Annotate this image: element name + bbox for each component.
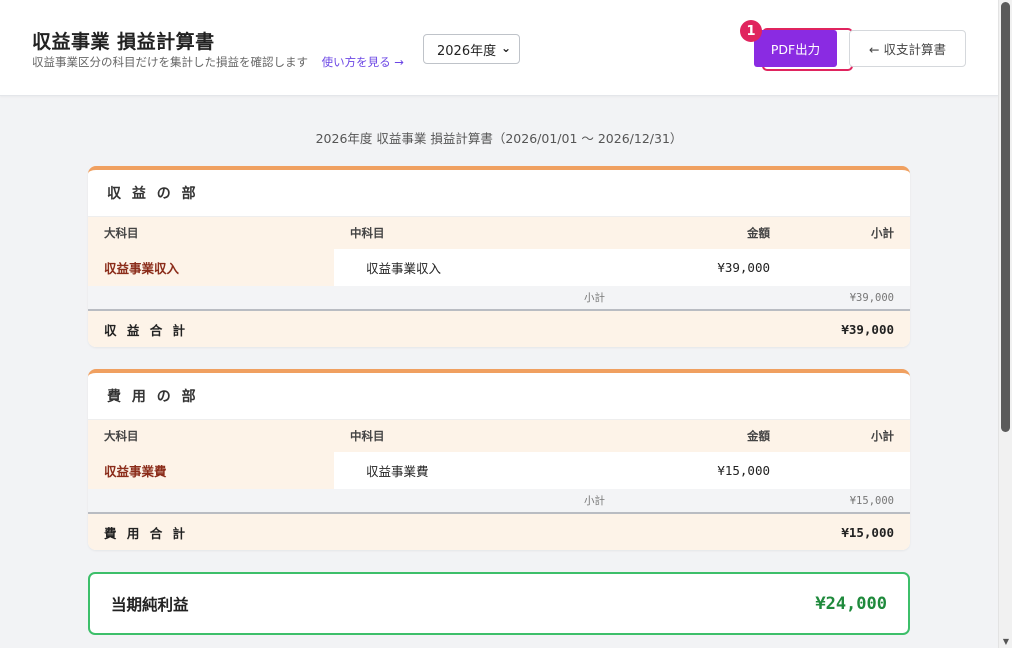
table-row: 収益事業費 収益事業費 ¥15,000 [88, 452, 910, 489]
column-amount: 金額 [747, 226, 770, 240]
pdf-export-button[interactable]: PDF出力 [754, 30, 837, 67]
expense-section: 費 用 の 部 大科目 中科目 金額 小計 収益事業費 収益事業費 ¥15,00… [88, 369, 910, 550]
revenue-total-label: 収 益 合 計 [104, 322, 189, 338]
page-header: 収益事業 損益計算書 収益事業区分の科目だけを集計した損益を確認します 使い方を… [0, 0, 998, 96]
column-subtotal: 小計 [871, 429, 894, 443]
step-number-badge: 1 [740, 20, 762, 42]
revenue-section: 収 益 の 部 大科目 中科目 金額 小計 収益事業収入 収益事業収入 ¥39,… [88, 166, 910, 347]
subtotal-value: ¥15,000 [849, 494, 894, 507]
back-to-income-statement-button[interactable]: ← 収支計算書 [849, 30, 966, 67]
table-row: 収益事業収入 収益事業収入 ¥39,000 [88, 249, 910, 286]
column-major-category: 大科目 [104, 429, 139, 443]
expense-table-header: 大科目 中科目 金額 小計 [88, 420, 910, 452]
major-category-name: 収益事業収入 [104, 261, 180, 276]
column-major-category: 大科目 [104, 226, 139, 240]
help-link[interactable]: 使い方を見る → [322, 55, 404, 69]
column-subtotal: 小計 [871, 226, 894, 240]
column-middle-category: 中科目 [350, 429, 385, 443]
subtotal-label: 小計 [584, 292, 605, 304]
middle-category-name: 収益事業費 [366, 464, 429, 479]
chevron-down-icon: ⌄ [500, 41, 511, 55]
net-income-value: ¥24,000 [815, 593, 887, 614]
expense-total-value: ¥15,000 [841, 524, 894, 540]
fiscal-year-select[interactable]: 2026年度 ⌄ [423, 34, 520, 64]
subtotal-label: 小計 [584, 495, 605, 507]
vertical-scrollbar[interactable]: ▼ [998, 0, 1012, 648]
revenue-subtotal-row: 小計 ¥39,000 [88, 286, 910, 311]
scrollbar-thumb[interactable] [1001, 2, 1010, 432]
period-label: 2026年度 収益事業 損益計算書（2026/01/01 〜 2026/12/3… [315, 131, 683, 146]
major-category-name: 収益事業費 [104, 464, 167, 479]
item-amount: ¥15,000 [717, 463, 770, 478]
column-middle-category: 中科目 [350, 226, 385, 240]
subtitle-text: 収益事業区分の科目だけを集計した損益を確認します [32, 55, 308, 69]
revenue-total-value: ¥39,000 [841, 321, 894, 337]
expense-subtotal-row: 小計 ¥15,000 [88, 489, 910, 514]
item-amount: ¥39,000 [717, 260, 770, 275]
revenue-section-title: 収 益 の 部 [88, 170, 910, 217]
expense-total-label: 費 用 合 計 [104, 525, 189, 541]
revenue-total-row: 収 益 合 計 ¥39,000 [88, 311, 910, 347]
net-income-label: 当期純利益 [111, 595, 189, 614]
expense-section-title: 費 用 の 部 [88, 373, 910, 420]
expense-total-row: 費 用 合 計 ¥15,000 [88, 514, 910, 550]
fiscal-year-value: 2026年度 [437, 43, 497, 59]
revenue-table-header: 大科目 中科目 金額 小計 [88, 217, 910, 249]
middle-category-name: 収益事業収入 [366, 261, 442, 276]
subtotal-value: ¥39,000 [849, 291, 894, 304]
net-income-card: 当期純利益 ¥24,000 [88, 572, 910, 635]
scroll-down-arrow-icon[interactable]: ▼ [1001, 636, 1011, 646]
column-amount: 金額 [747, 429, 770, 443]
page-subtitle: 収益事業区分の科目だけを集計した損益を確認します 使い方を見る → [32, 54, 404, 70]
page-title: 収益事業 損益計算書 [32, 31, 215, 53]
